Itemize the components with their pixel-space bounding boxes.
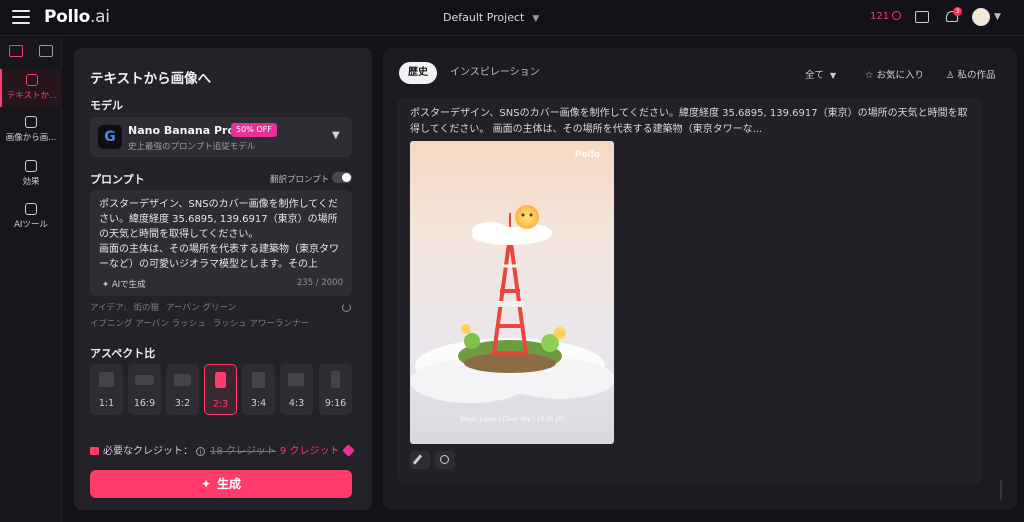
ratio-shape-icon (99, 372, 114, 387)
credits-stack-icon (90, 447, 99, 455)
video-mode-icon[interactable] (39, 45, 53, 57)
avatar[interactable] (972, 8, 990, 26)
generate-button[interactable]: ✦ 生成 (90, 470, 352, 498)
ratio-shape-icon (331, 371, 340, 388)
ticket-icon[interactable] (915, 11, 929, 23)
project-selector[interactable]: Default Project ▼ (443, 11, 539, 24)
logo[interactable]: Pollo.ai (44, 7, 110, 27)
ratio-option-9-16[interactable]: 9:16 (319, 364, 352, 415)
ratio-option-3-4[interactable]: 3:4 (242, 364, 275, 415)
ratio-shape-icon (174, 374, 191, 386)
chevron-down-icon[interactable]: ▼ (994, 12, 1001, 22)
tag-icon (342, 444, 356, 457)
coin-icon (892, 11, 902, 20)
chevron-down-icon: ▼ (830, 71, 837, 80)
translate-prompt-label: 翻訳プロンプト (270, 175, 330, 185)
image-watermark-logo: Pollo (574, 150, 600, 160)
refresh-ideas-icon[interactable] (342, 303, 351, 312)
image-sparkle-icon (26, 74, 38, 86)
idea-chip[interactable]: ラッシュ アワーランナー (213, 319, 309, 329)
chevron-down-icon: ▼ (332, 130, 340, 141)
char-count: 235 / 2000 (296, 278, 343, 288)
notification-badge: 3 (953, 7, 962, 16)
image-mode-icon[interactable] (9, 45, 23, 57)
image-edit-icon (25, 116, 37, 128)
credits-balance[interactable]: 121 (870, 11, 902, 22)
tokyo-tower-illustration (410, 205, 614, 403)
info-icon[interactable]: i (196, 447, 205, 456)
left-nav: テキストか... 画像から画... 効果 AIツール (0, 37, 62, 522)
tab-history[interactable]: 歴史 (399, 62, 437, 84)
ideas-label: アイデア: (90, 303, 127, 313)
model-label: モデル (90, 99, 123, 112)
prompt-preview: ポスターデザイン、SNSのカバー画像を制作してください。緯度経度 35.6895… (410, 108, 968, 135)
ratio-option-16-9[interactable]: 16:9 (128, 364, 161, 415)
ratio-shape-icon (288, 373, 304, 386)
chevron-down-icon: ▼ (532, 14, 540, 24)
prompt-label: プロンプト (90, 173, 145, 186)
idea-chip[interactable]: イブニング アーバン ラッシュ (90, 319, 206, 329)
my-works-button[interactable]: ♙ 私の作品 (946, 67, 996, 81)
page-title: テキストから画像へ (90, 71, 212, 87)
sparkle-icon: ✦ (102, 280, 112, 290)
required-credits: 必要なクレジット： i 18 クレジット 9 クレジット (90, 442, 356, 457)
aspect-ratio-options: 1:1 16:9 3:2 2:3 3:4 4:3 9:16 (90, 364, 352, 416)
nav-item-image-to-image[interactable]: 画像から画... (0, 116, 62, 143)
ratio-option-3-2[interactable]: 3:2 (166, 364, 199, 415)
ratio-option-4-3[interactable]: 4:3 (280, 364, 313, 415)
ratio-shape-icon (252, 372, 265, 388)
tab-inspiration[interactable]: インスピレーション (441, 62, 549, 84)
results-panel: 歴史 インスピレーション 全て ▼ ☆ お気に入り ♙ 私の作品 ポスターデザイン… (383, 48, 1017, 510)
original-credits: 18 クレジット (210, 446, 276, 457)
generated-image[interactable]: Pollo Tokyo, Japan | Clear Sky | 19:35 J… (410, 141, 614, 444)
discounted-credits: 9 クレジット (279, 446, 340, 457)
scrollbar[interactable] (1000, 480, 1002, 500)
image-caption: Tokyo, Japan | Clear Sky | 19:35 JST (459, 416, 565, 423)
menu-icon[interactable] (12, 10, 30, 24)
translate-prompt-toggle[interactable] (332, 172, 352, 183)
ratio-shape-icon (135, 375, 154, 385)
model-description: 史上最強のプロンプト追従モデル (128, 142, 256, 152)
refresh-icon (440, 455, 449, 464)
prompt-input[interactable]: ポスターデザイン、SNSのカバー画像を制作してください。緯度経度 35.6895… (90, 190, 352, 296)
star-icon: ☆ (865, 70, 877, 81)
idea-suggestions: アイデア: 街の猫 アーバン グリーン イブニング アーバン ラッシュ ラッシュ アワ… (90, 300, 352, 332)
nav-item-effects[interactable]: 効果 (0, 160, 62, 187)
prompt-text[interactable]: ポスターデザイン、SNSのカバー画像を制作してください。緯度経度 35.6895… (99, 197, 345, 272)
nav-item-text-to-image[interactable]: テキストか... (0, 69, 62, 107)
generation-panel: テキストから画像へ モデル G Nano Banana Pro 50% OFF … (74, 48, 372, 510)
google-logo-icon: G (98, 125, 122, 149)
edit-button[interactable] (410, 451, 430, 469)
result-card: ポスターデザイン、SNSのカバー画像を制作してください。緯度経度 35.6895… (397, 98, 982, 483)
filter-dropdown[interactable]: 全て ▼ (805, 67, 836, 81)
ai-tools-icon (25, 203, 37, 215)
ratio-option-2-3[interactable]: 2:3 (204, 364, 237, 415)
favorites-button[interactable]: ☆ お気に入り (865, 67, 924, 81)
discount-badge: 50% OFF (231, 123, 277, 137)
top-bar: Pollo.ai Default Project ▼ 121 3 ▼ (0, 0, 1024, 36)
model-selector[interactable]: G Nano Banana Pro 50% OFF 史上最強のプロンプト追従モデ… (90, 117, 352, 157)
nav-item-ai-tools[interactable]: AIツール (0, 203, 62, 230)
edit-icon (412, 454, 423, 465)
idea-chip[interactable]: アーバン グリーン (166, 303, 236, 313)
aspect-ratio-label: アスペクト比 (90, 347, 156, 360)
regenerate-button[interactable] (435, 451, 455, 469)
user-icon: ♙ (946, 70, 958, 81)
ai-generate-button[interactable]: ✦ AIで生成 (102, 278, 146, 290)
idea-chip[interactable]: 街の猫 (133, 303, 159, 313)
effects-icon (25, 160, 37, 172)
ratio-option-1-1[interactable]: 1:1 (90, 364, 123, 415)
model-name: Nano Banana Pro (128, 124, 236, 137)
sparkle-icon: ✦ (200, 477, 212, 491)
ratio-shape-icon (215, 372, 226, 388)
